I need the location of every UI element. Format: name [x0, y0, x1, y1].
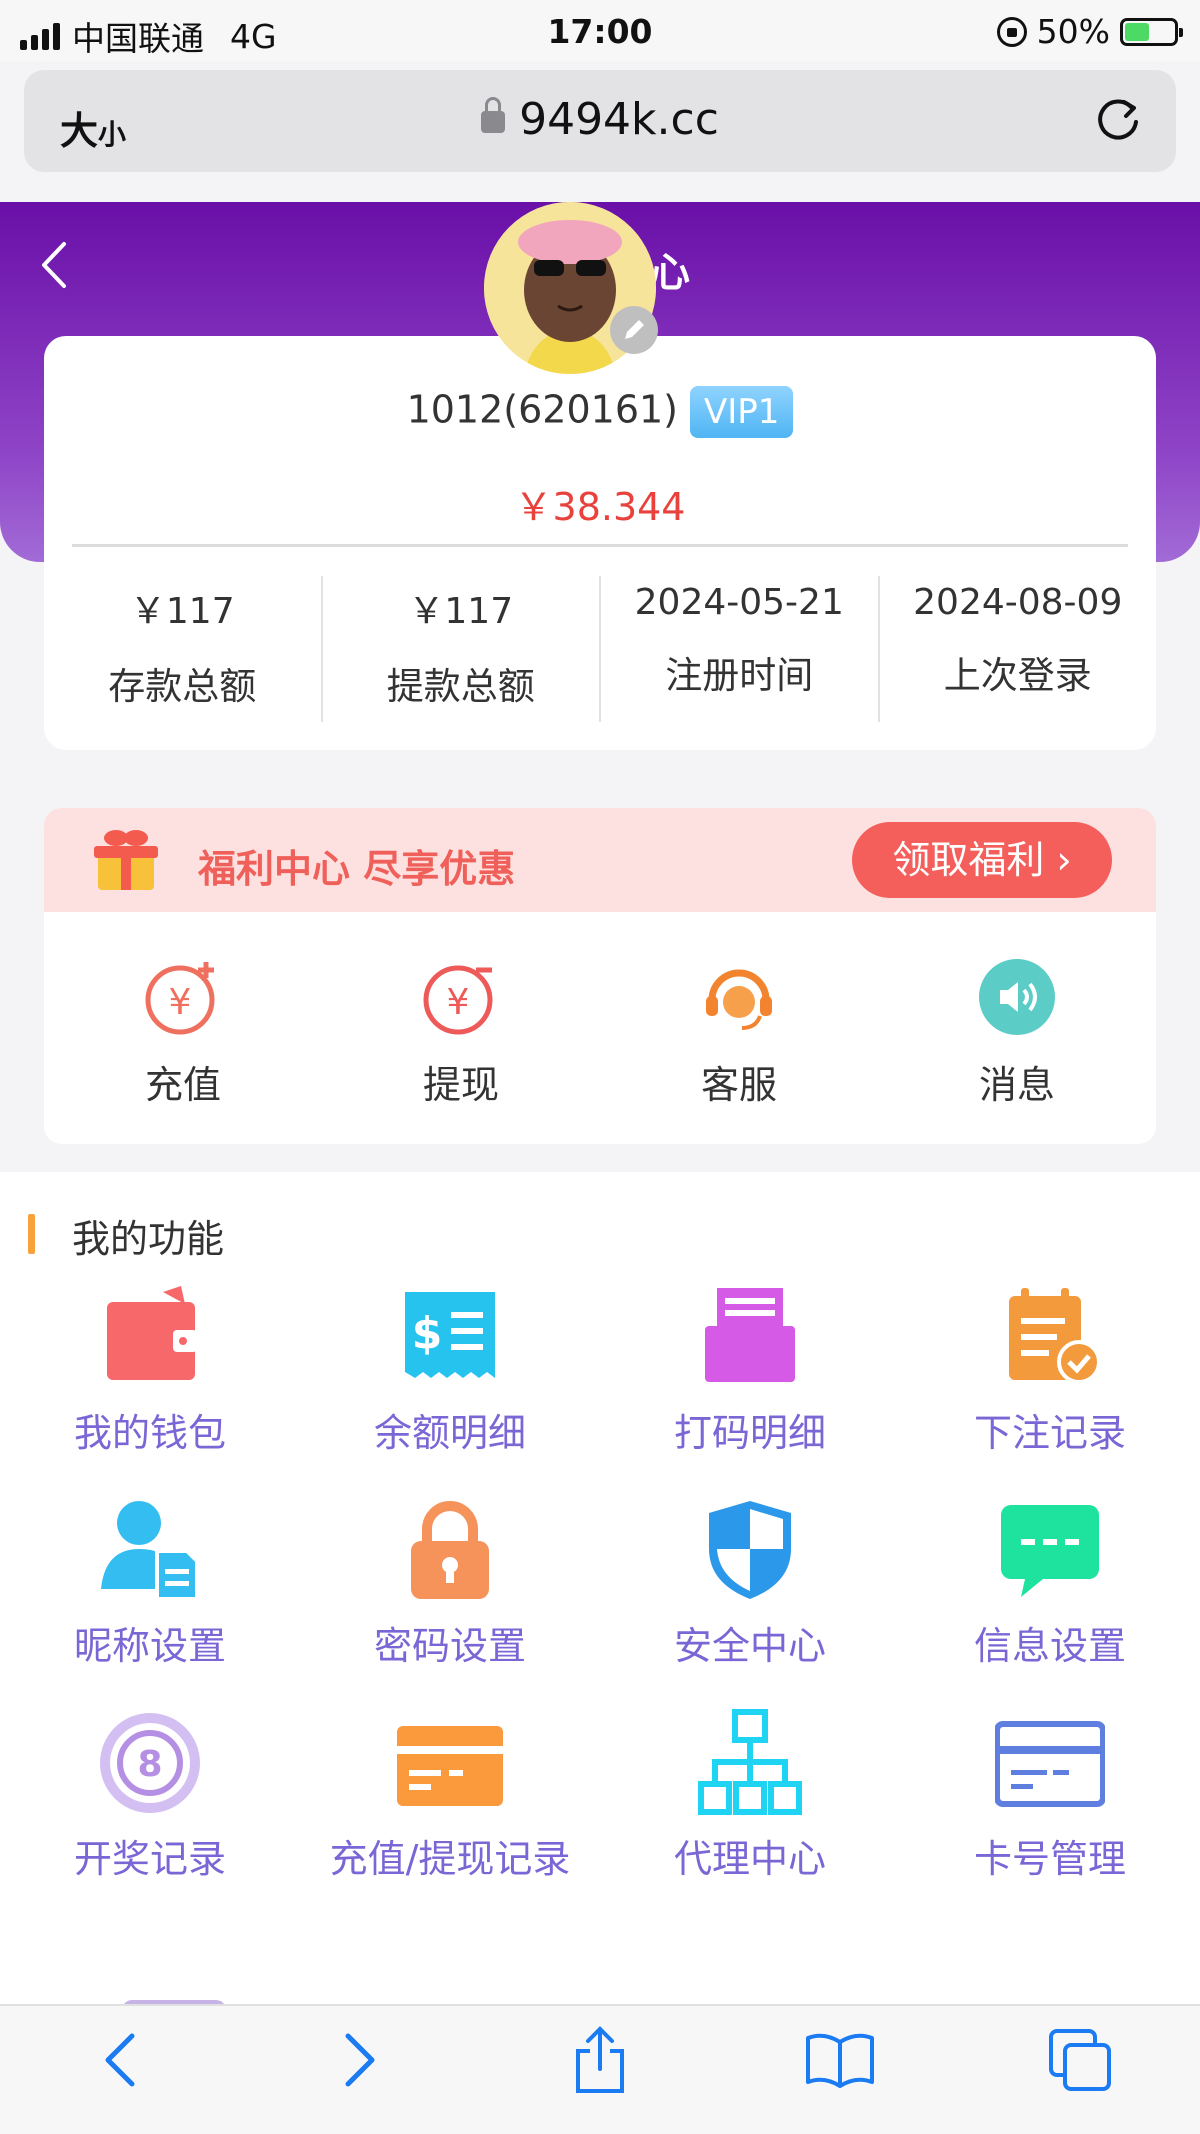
stat-total-deposit: ￥117 存款总额	[44, 576, 323, 722]
svg-text:¥: ¥	[169, 982, 192, 1023]
welfare-banner: 福利中心 尽享优惠 领取福利 ›	[44, 808, 1156, 912]
receipt-icon: $	[405, 1292, 495, 1378]
nickname-settings-button[interactable]: 昵称设置	[0, 1495, 300, 1670]
section-title: 我的功能	[28, 1208, 224, 1263]
message-button[interactable]: 消息	[878, 912, 1156, 1144]
quick-actions: ¥ 充值 ¥ 提现 客服 消息	[44, 912, 1156, 1144]
book-icon	[806, 2033, 874, 2088]
browser-back-button[interactable]	[80, 2020, 160, 2100]
chat-icon	[1001, 1505, 1099, 1597]
user-doc-icon	[101, 1501, 199, 1601]
chevron-left-icon	[105, 2033, 135, 2087]
recharge-button[interactable]: ¥ 充值	[44, 912, 322, 1144]
message-settings-button[interactable]: 信息设置	[900, 1495, 1200, 1670]
bank-card-icon	[995, 1721, 1105, 1807]
svg-text:$: $	[412, 1308, 443, 1359]
battery-icon	[1120, 17, 1183, 46]
battery-percent: 50%	[1036, 12, 1110, 51]
back-arrow-icon[interactable]	[38, 240, 68, 290]
username: 1012(620161)	[406, 387, 678, 432]
browser-forward-button[interactable]	[320, 2020, 400, 2100]
recharge-icon: ¥	[145, 962, 215, 1035]
security-center-button[interactable]: 安全中心	[600, 1495, 900, 1670]
stat-register-time: 2024-05-21 注册时间	[601, 576, 880, 722]
edit-avatar-button[interactable]	[610, 306, 658, 354]
agent-center-button[interactable]: 代理中心	[600, 1708, 900, 1883]
lottery-records-button[interactable]: 8 开奖记录	[0, 1708, 300, 1883]
stats-row: ￥117 存款总额 ￥117 提款总额 2024-05-21 注册时间 2024-08…	[44, 576, 1156, 722]
lock-icon	[411, 1501, 489, 1599]
printer-icon	[705, 1288, 795, 1382]
stat-total-withdrawal: ￥117 提款总额	[323, 576, 601, 722]
customer-service-icon	[706, 969, 772, 1030]
lock-icon	[481, 97, 506, 133]
url-text: 9494k.cc	[519, 94, 719, 145]
balance: ￥38.344	[514, 485, 686, 529]
vip-badge: VIP1	[690, 386, 794, 438]
share-button[interactable]	[560, 2020, 640, 2100]
profile-card: 1012(620161) VIP1 ￥38.344 ￥117 存款总额 ￥117 提款…	[44, 336, 1156, 750]
my-functions-section: 我的功能 我的钱包 $ 余额明细 打码明细 下注记录 昵称设置 密码设置 安全中…	[0, 1172, 1200, 2012]
card-icon	[397, 1726, 503, 1806]
share-icon	[576, 2026, 624, 2093]
wallet-icon	[107, 1286, 197, 1380]
divider	[72, 544, 1128, 547]
reload-icon[interactable]	[1094, 94, 1142, 144]
chevron-right-icon	[345, 2033, 375, 2087]
customer-service-button[interactable]: 客服	[600, 912, 878, 1144]
tabs-icon	[1049, 2029, 1111, 2091]
balance-detail-button[interactable]: $ 余额明细	[300, 1282, 600, 1457]
url-field[interactable]: 9494k.cc	[24, 94, 1176, 145]
claim-welfare-button[interactable]: 领取福利 ›	[852, 822, 1112, 898]
ball-eight-icon: 8	[100, 1713, 200, 1813]
browser-toolbar	[0, 2004, 1200, 2134]
stat-last-login: 2024-08-09 上次登录	[913, 582, 1123, 697]
password-settings-button[interactable]: 密码设置	[300, 1495, 600, 1670]
shield-icon	[709, 1501, 791, 1599]
deposit-withdraw-records-button[interactable]: 充值/提现记录	[300, 1708, 600, 1883]
code-detail-button[interactable]: 打码明细	[600, 1282, 900, 1457]
svg-text:8: 8	[137, 1744, 162, 1785]
withdraw-button[interactable]: ¥ 提现	[322, 912, 600, 1144]
bet-records-button[interactable]: 下注记录	[900, 1282, 1200, 1457]
withdraw-icon: ¥	[423, 965, 493, 1035]
pencil-icon	[625, 320, 644, 339]
tabs-button[interactable]	[1040, 2020, 1120, 2100]
address-bar[interactable]: 大小 9494k.cc	[24, 70, 1176, 172]
clipboard-check-icon	[1009, 1288, 1101, 1384]
welfare-text: 福利中心 尽享优惠	[198, 847, 516, 891]
page-title: 心	[650, 250, 690, 296]
my-wallet-button[interactable]: 我的钱包	[0, 1282, 300, 1457]
org-chart-icon	[698, 1709, 802, 1815]
message-icon	[979, 959, 1055, 1035]
chevron-right-icon: ›	[1056, 838, 1072, 882]
orientation-lock-icon	[996, 16, 1027, 47]
svg-text:¥: ¥	[447, 982, 470, 1023]
status-bar: 中国联通 4G 17:00 50%	[0, 0, 1200, 62]
bookmarks-button[interactable]	[800, 2020, 880, 2100]
card-management-button[interactable]: 卡号管理	[900, 1708, 1200, 1883]
gift-icon	[94, 830, 158, 890]
